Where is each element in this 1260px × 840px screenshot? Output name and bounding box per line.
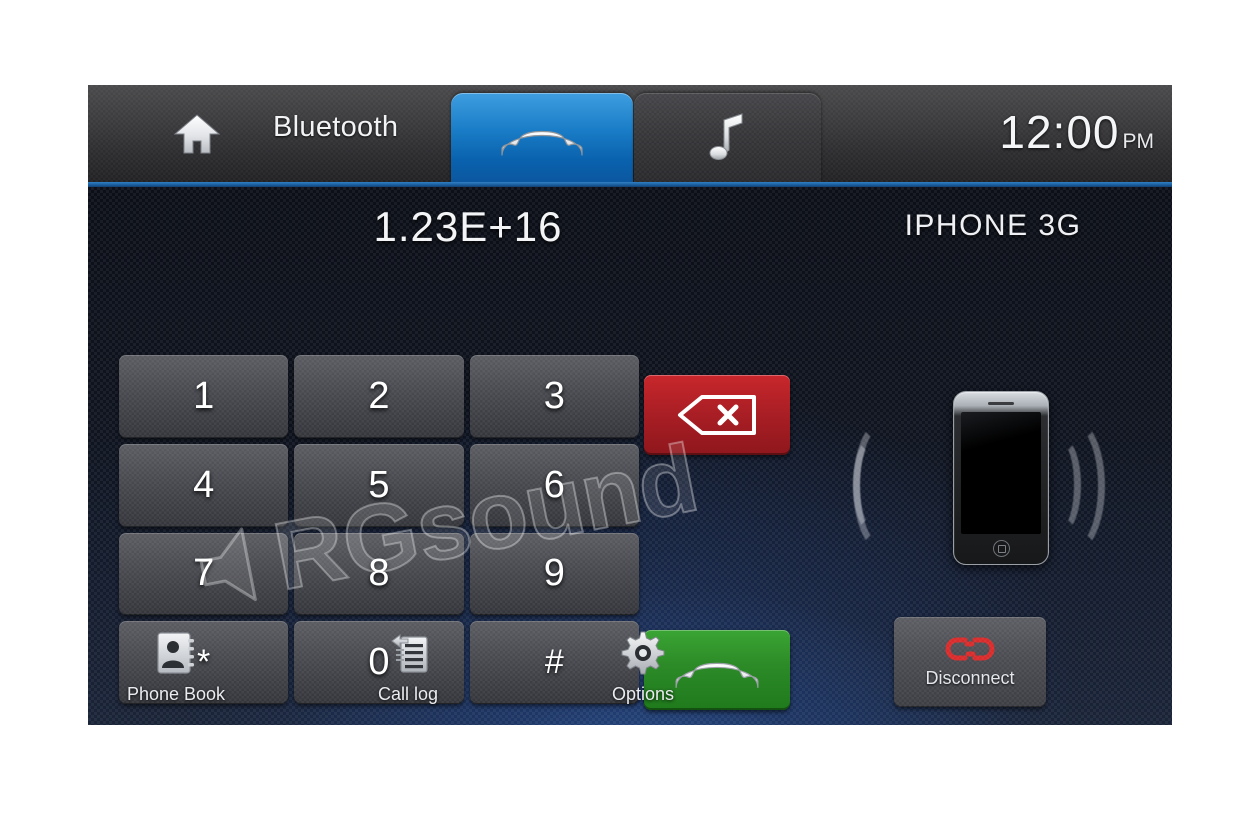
header-bar: Bluetooth 12:00 PM: [88, 85, 1172, 182]
options-button[interactable]: Options: [568, 630, 718, 705]
head-unit-screen: Bluetooth 12:00 PM 1.23E+16 IPHONE 3G 1 …: [88, 85, 1172, 725]
call-log-list-icon: [391, 634, 428, 673]
bottom-toolbar: Phone Book Call log Options: [88, 620, 1172, 725]
key-label: 8: [368, 552, 390, 595]
tab-phone[interactable]: [451, 93, 633, 182]
key-9[interactable]: 9: [469, 532, 639, 616]
main-content: 1.23E+16 IPHONE 3G 1 2 3 4 5 6 7 8 9 * 0…: [88, 187, 1172, 725]
key-6[interactable]: 6: [469, 443, 639, 527]
key-label: 3: [543, 374, 565, 417]
clock-time: 12:00: [999, 106, 1120, 158]
key-4[interactable]: 4: [119, 443, 289, 527]
call-log-label: Call log: [377, 684, 439, 704]
tab-music[interactable]: [634, 93, 821, 182]
header-accent-line: [88, 182, 1172, 187]
key-label: 4: [193, 463, 215, 506]
key-label: 6: [543, 463, 565, 506]
connected-device-name: IPHONE 3G: [904, 209, 1082, 242]
clock-ampm: PM: [1122, 130, 1155, 153]
key-1[interactable]: 1: [119, 355, 289, 438]
dial-number-display: 1.23E+16: [373, 203, 563, 250]
key-label: 9: [543, 552, 565, 595]
phone-handset-icon: [501, 130, 583, 156]
key-8[interactable]: 8: [294, 532, 464, 616]
contact-book-icon: [157, 632, 194, 674]
phone-speaker: [988, 402, 1014, 405]
phone-home-button: [993, 540, 1010, 557]
phone-book-button[interactable]: Phone Book: [101, 630, 251, 705]
home-button[interactable]: [168, 107, 226, 161]
phone-book-label: Phone Book: [126, 684, 226, 704]
iphone-device-icon: [953, 391, 1049, 565]
music-note-icon: [709, 112, 742, 160]
key-7[interactable]: 7: [119, 532, 289, 616]
call-log-button[interactable]: Call log: [333, 630, 483, 705]
home-icon: [174, 114, 220, 154]
page-title: Bluetooth: [273, 111, 399, 143]
key-5[interactable]: 5: [294, 443, 464, 527]
phone-screen: [961, 412, 1041, 534]
key-3[interactable]: 3: [469, 355, 639, 438]
clock: 12:00 PM: [999, 105, 1154, 159]
key-2[interactable]: 2: [294, 355, 464, 438]
delete-button[interactable]: [644, 375, 790, 455]
backspace-delete-icon: [678, 395, 756, 435]
key-label: 1: [193, 374, 215, 417]
gear-icon: [621, 631, 665, 675]
key-label: 7: [193, 552, 215, 595]
key-label: 2: [368, 374, 390, 417]
key-label: 5: [368, 463, 390, 506]
options-label: Options: [611, 684, 675, 704]
